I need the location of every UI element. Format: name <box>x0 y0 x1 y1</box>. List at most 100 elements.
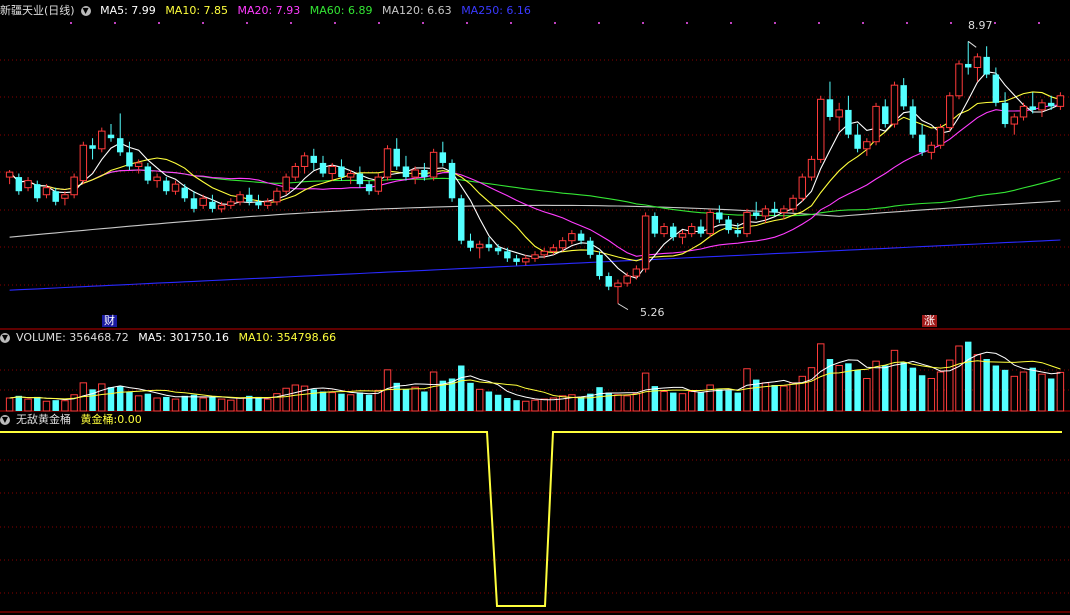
candle-body <box>199 197 207 206</box>
candle-body <box>513 258 520 262</box>
volume-bar <box>918 375 926 411</box>
candle-body <box>660 226 668 235</box>
candle-body <box>697 226 705 234</box>
marker-dot <box>246 22 248 24</box>
volume-bar <box>1029 367 1036 411</box>
volume-bar <box>743 368 751 412</box>
candle-body <box>144 166 152 181</box>
volume-bar <box>42 400 51 412</box>
marker-dot <box>158 22 160 24</box>
volume-bar <box>319 391 327 411</box>
candle-body <box>817 98 825 160</box>
volume-bar <box>531 399 539 412</box>
candle-body <box>670 226 677 238</box>
candle-body <box>494 247 502 252</box>
volume-bar <box>346 394 355 412</box>
candle-body <box>632 268 641 277</box>
volume-bar <box>1019 371 1028 412</box>
marker-dot <box>774 22 776 24</box>
volume-bar <box>255 396 262 411</box>
collapse-toggle-icon[interactable]: ▼ <box>80 6 91 16</box>
cai-event-tag[interactable]: 财 <box>102 315 117 327</box>
candle-body <box>687 226 696 235</box>
candle-body <box>356 173 364 185</box>
candle-body <box>863 141 871 150</box>
candle-body <box>42 187 51 196</box>
candle-body <box>79 144 88 182</box>
candlestick-chart-canvas <box>0 22 1070 613</box>
candle-body <box>246 194 253 202</box>
volume-ma10-legend: MA10: 354798.66 <box>238 331 337 344</box>
candle-body <box>365 184 373 192</box>
volume-bar <box>15 395 23 411</box>
volume-bar <box>116 386 124 411</box>
volume-bar <box>660 391 668 412</box>
volume-bar <box>429 371 438 412</box>
volume-bar <box>623 395 631 412</box>
volume-bar <box>789 382 797 412</box>
candle-body <box>522 257 530 263</box>
candle-body <box>338 166 345 178</box>
volume-bar <box>964 341 972 411</box>
ma10-legend: MA10: 7.85 <box>165 4 229 17</box>
ma120-legend: MA120: 6.63 <box>381 4 452 17</box>
volume-bar <box>687 391 696 412</box>
volume-bar <box>973 354 982 412</box>
candle-body <box>992 74 1000 103</box>
candle-body <box>540 250 548 256</box>
volume-bar <box>706 384 714 412</box>
candle-body <box>52 191 59 202</box>
volume-bar <box>909 367 917 411</box>
candle-body <box>734 230 742 234</box>
volume-bar <box>5 397 14 412</box>
candle-body <box>328 165 336 175</box>
candle-body <box>936 127 945 146</box>
candle-body <box>605 276 612 287</box>
candle-body <box>780 208 788 213</box>
volume-bar <box>485 391 493 411</box>
ma5-legend: MA5: 7.99 <box>100 4 156 17</box>
marker-dot <box>686 22 688 24</box>
candle-body <box>5 171 14 178</box>
zhang-event-tag[interactable]: 涨 <box>922 315 937 327</box>
volume-bar <box>1038 373 1046 412</box>
volume-bar <box>328 392 336 412</box>
marker-dot <box>510 22 512 24</box>
candle-body <box>475 243 484 249</box>
candle-body <box>983 56 990 75</box>
volume-bar <box>1047 378 1055 411</box>
candle-body <box>558 240 567 249</box>
volume-bar <box>236 397 244 412</box>
collapse-toggle-icon[interactable]: ▼ <box>0 333 10 343</box>
candle-body <box>107 134 115 139</box>
volume-bar <box>494 394 502 411</box>
candle-body <box>383 148 392 178</box>
candle-body <box>171 183 180 192</box>
volume-bar <box>513 400 520 411</box>
volume-bar <box>725 390 732 411</box>
volume-bar <box>402 389 410 411</box>
marker-dot <box>378 22 380 24</box>
collapse-toggle-icon[interactable]: ▼ <box>0 415 10 425</box>
volume-bar <box>458 365 465 411</box>
low-price-label: 5.26 <box>640 306 665 319</box>
candle-body <box>909 106 917 135</box>
candle-body <box>1038 102 1046 111</box>
marker-dot <box>554 22 556 24</box>
marker-dot <box>642 22 644 24</box>
candle-body <box>126 152 133 167</box>
volume-bar <box>282 387 290 412</box>
volume-bar <box>900 362 907 411</box>
candle-body <box>300 155 309 167</box>
volume-bar <box>780 385 788 412</box>
candle-body <box>1010 116 1019 125</box>
volume-bar <box>34 396 41 411</box>
candle-body <box>706 211 714 235</box>
volume-bar <box>522 400 530 412</box>
candle-body <box>807 158 816 178</box>
volume-bar <box>596 387 603 411</box>
candle-body <box>134 162 143 167</box>
candle-body <box>236 194 244 203</box>
stock-title: 新疆天业(日线) <box>0 4 75 17</box>
volume-bar <box>475 388 484 412</box>
